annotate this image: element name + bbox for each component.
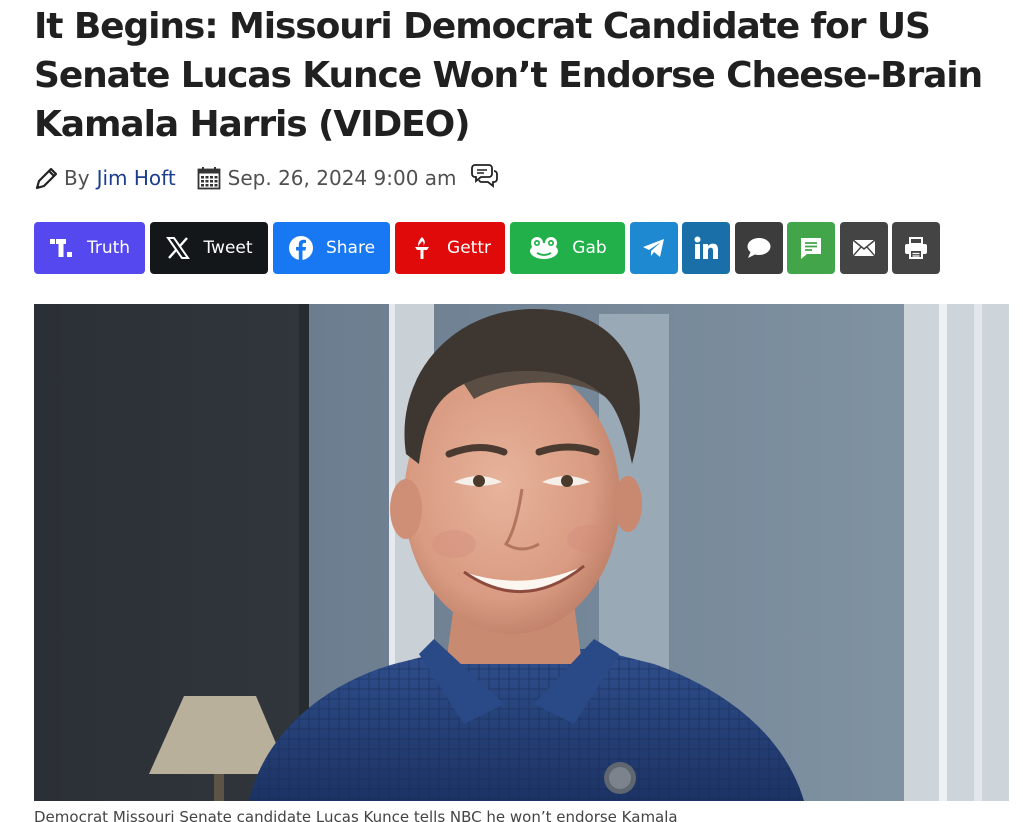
article-hero-image[interactable] — [34, 304, 1009, 801]
tweet-share-label: Tweet — [203, 238, 253, 258]
linkedin-icon — [694, 236, 718, 259]
byline-prefix: By — [64, 166, 90, 190]
facebook-share-button[interactable]: Share — [273, 222, 390, 274]
sms-share-button[interactable] — [787, 222, 835, 274]
video-still-image — [34, 304, 1009, 801]
article-headline: It Begins: Missouri Democrat Candidate f… — [34, 6, 983, 145]
pencil-icon — [35, 167, 58, 190]
facebook-share-label: Share — [325, 238, 376, 258]
gettr-share-button[interactable]: Gettr — [395, 222, 505, 274]
sms-icon — [801, 238, 821, 259]
image-caption: Democrat Missouri Senate candidate Lucas… — [34, 808, 678, 822]
envelope-icon — [852, 239, 876, 257]
gettr-icon — [415, 237, 430, 259]
article-page: It Begins: Missouri Democrat Candidate f… — [0, 0, 1023, 822]
truth-social-icon — [49, 239, 72, 257]
email-share-button[interactable] — [840, 222, 888, 274]
truth-share-label: Truth — [86, 238, 131, 258]
x-icon — [166, 237, 191, 259]
gab-share-button[interactable]: Gab — [510, 222, 625, 274]
author-link[interactable]: Jim Hoft — [97, 166, 176, 190]
gettr-share-label: Gettr — [447, 238, 491, 258]
linkedin-share-button[interactable] — [682, 222, 730, 274]
comments-icon[interactable] — [470, 162, 498, 188]
publish-date: Sep. 26, 2024 9:00 am — [227, 166, 457, 190]
telegram-icon — [643, 239, 664, 257]
printer-icon — [905, 237, 927, 259]
article-byline: By Jim Hoft Sep. 26, 2024 9:00 am — [34, 160, 498, 196]
gab-share-label: Gab — [572, 238, 607, 258]
calendar-icon — [197, 167, 221, 190]
facebook-icon — [288, 236, 313, 260]
print-share-button[interactable] — [892, 222, 940, 274]
telegram-share-button[interactable] — [630, 222, 678, 274]
truth-share-button[interactable]: Truth — [34, 222, 145, 274]
tweet-share-button[interactable]: Tweet — [150, 222, 268, 274]
speech-bubble-icon — [747, 238, 771, 258]
comment-share-button[interactable] — [735, 222, 783, 274]
gab-icon — [530, 237, 559, 259]
